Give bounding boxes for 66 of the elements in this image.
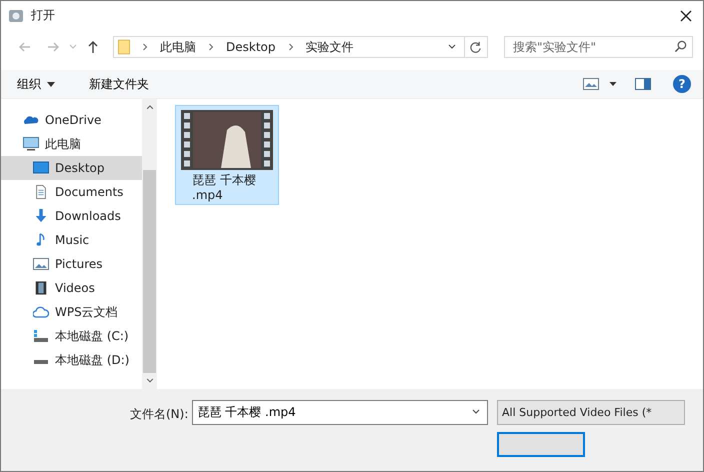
- sidebar-label: WPS云文档: [55, 304, 118, 320]
- dropdown-caret-icon[interactable]: [472, 408, 480, 416]
- dropdown-caret-icon[interactable]: [448, 43, 456, 51]
- drive-icon: [33, 329, 49, 343]
- window-title: 打开: [31, 7, 55, 24]
- sidebar-label: Documents: [55, 185, 124, 199]
- sidebar-label: Desktop: [55, 161, 104, 175]
- view-icon[interactable]: [583, 77, 599, 91]
- scroll-down-icon[interactable]: [146, 378, 154, 384]
- preview-pane-icon[interactable]: [635, 77, 651, 91]
- sidebar-item[interactable]: OneDrive: [1, 108, 142, 132]
- sidebar-item[interactable]: Videos: [1, 276, 142, 300]
- sidebar-item[interactable]: Music: [1, 228, 142, 252]
- scroll-thumb[interactable]: [143, 170, 156, 374]
- caret-icon: [47, 82, 55, 87]
- drive-icon: [34, 360, 48, 364]
- sidebar-label: 此电脑: [45, 136, 81, 152]
- sidebar-item[interactable]: Pictures: [1, 252, 142, 276]
- breadcrumb[interactable]: Desktop: [226, 40, 276, 54]
- file-type-dropdown[interactable]: All Supported Video Files (*: [497, 400, 685, 425]
- file-name-label: 文件名(N):: [130, 406, 188, 423]
- breadcrumb[interactable]: 实验文件: [306, 38, 354, 56]
- file-item[interactable]: 琵琶 千本樱 .mp4: [175, 105, 279, 205]
- film-icon: [33, 281, 49, 295]
- folder-icon: [118, 39, 130, 55]
- refresh-icon[interactable]: [469, 40, 482, 54]
- organize-menu-button[interactable]: 组织: [9, 74, 63, 94]
- sidebar-label: Pictures: [55, 257, 103, 271]
- sidebar-label: 本地磁盘 (D:): [55, 352, 130, 368]
- search-field[interactable]: 搜索"实验文件": [504, 36, 693, 58]
- scroll-up-icon[interactable]: [146, 104, 154, 110]
- chevron-icon: [142, 43, 148, 51]
- chevron-icon: [288, 43, 294, 51]
- sidebar-label: Downloads: [55, 209, 121, 223]
- up-arrow-icon[interactable]: [86, 40, 100, 54]
- sidebar-item[interactable]: 此电脑: [1, 132, 142, 156]
- file-name-field[interactable]: 琵琶 千本樱 .mp4: [192, 400, 488, 425]
- picture-icon: [33, 257, 49, 271]
- file-name: .mp4: [192, 188, 223, 203]
- sidebar-label: Music: [55, 233, 90, 247]
- monitor-icon: [33, 161, 49, 175]
- view-caret-icon[interactable]: [609, 80, 617, 88]
- app-icon: [8, 8, 24, 24]
- scrollbar[interactable]: [142, 99, 157, 389]
- open-button[interactable]: [497, 432, 585, 457]
- sidebar-item[interactable]: Downloads: [1, 204, 142, 228]
- sidebar-label: 本地磁盘 (C:): [55, 328, 129, 344]
- file-name: 琵琶 千本樱: [192, 173, 256, 188]
- search-icon: [674, 40, 687, 53]
- close-icon: [680, 10, 692, 22]
- sidebar-label: Videos: [55, 281, 95, 295]
- document-icon: [33, 185, 49, 199]
- down-arrow-icon: [33, 209, 49, 223]
- sidebar-item[interactable]: WPS云文档: [1, 300, 142, 324]
- sidebar-label: OneDrive: [45, 113, 102, 127]
- sidebar-item[interactable]: Documents: [1, 180, 142, 204]
- cloud-outline-icon: [33, 305, 49, 319]
- sidebar-item[interactable]: Desktop: [1, 156, 142, 180]
- address-bar[interactable]: 此电脑 Desktop 实验文件: [113, 36, 488, 58]
- monitor-icon: [23, 137, 39, 151]
- new-folder-button[interactable]: 新建文件夹: [81, 74, 157, 94]
- help-button[interactable]: ?: [673, 75, 691, 93]
- sidebar-item[interactable]: 本地磁盘 (C:): [1, 324, 142, 348]
- breadcrumb[interactable]: 此电脑: [160, 38, 196, 56]
- chevron-icon: [208, 43, 214, 51]
- sidebar-item[interactable]: 本地磁盘 (D:): [1, 348, 142, 372]
